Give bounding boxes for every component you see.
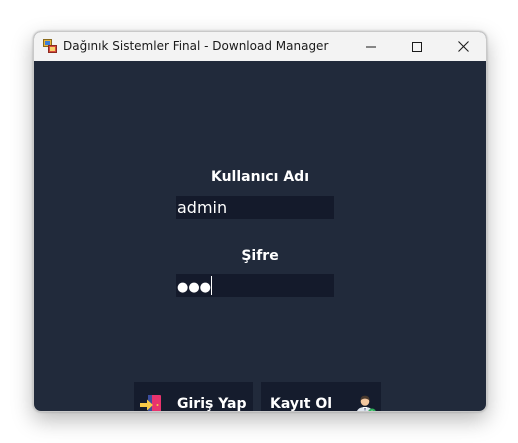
app-icon <box>43 39 57 53</box>
maximize-button[interactable] <box>394 32 440 61</box>
login-button[interactable]: Giriş Yap <box>134 382 253 412</box>
username-value: admin <box>177 198 228 217</box>
register-button[interactable]: Kayıt Ol <box>261 382 381 412</box>
username-input[interactable]: admin <box>176 196 334 219</box>
app-window: Dağınık Sistemler Final - Download Manag… <box>33 31 487 412</box>
minimize-button[interactable] <box>348 32 394 61</box>
close-icon <box>457 41 469 52</box>
password-value: ●●● <box>177 280 212 295</box>
maximize-icon <box>412 41 422 52</box>
password-label: Şifre <box>241 248 279 264</box>
login-door-icon <box>140 395 161 411</box>
add-user-icon <box>357 395 376 411</box>
close-button[interactable] <box>440 32 486 61</box>
title-bar[interactable]: Dağınık Sistemler Final - Download Manag… <box>34 32 486 61</box>
login-button-label: Giriş Yap <box>177 396 247 412</box>
register-button-label: Kayıt Ol <box>270 396 333 412</box>
username-label: Kullanıcı Adı <box>210 169 309 185</box>
password-input[interactable]: ●●● <box>176 274 334 297</box>
window-title: Dağınık Sistemler Final - Download Manag… <box>63 39 329 53</box>
minimize-icon <box>366 46 376 47</box>
text-caret <box>211 276 213 295</box>
login-panel: Kullanıcı Adı admin Şifre ●●● Giriş Yap … <box>34 61 486 411</box>
